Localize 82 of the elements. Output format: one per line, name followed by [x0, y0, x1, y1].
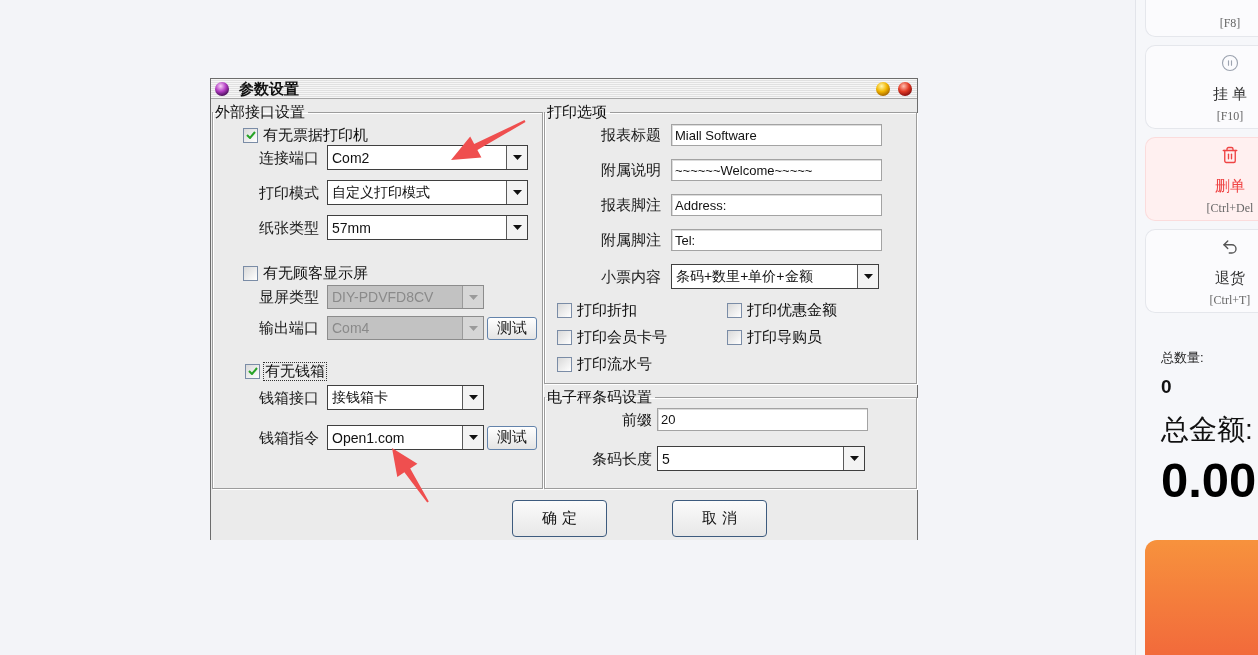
action-label: 删单 — [1215, 177, 1245, 195]
shortcut-hint: [Ctrl+T] — [1209, 293, 1251, 307]
checkbox[interactable] — [557, 330, 572, 345]
quantity-value: 0 — [1161, 376, 1173, 398]
field-label: 钱箱指令 — [259, 428, 320, 447]
field-label: 显屏类型 — [259, 288, 320, 306]
shortcut-hint: [F10] — [1216, 109, 1244, 123]
caret-icon — [468, 325, 478, 331]
checkbox-label[interactable]: 打印会员卡号 — [576, 329, 668, 346]
checkbox-label[interactable]: 打印优惠金额 — [746, 302, 838, 319]
amount-value: 0.00 — [1161, 452, 1258, 508]
checkbox[interactable] — [557, 357, 572, 372]
ok-button[interactable]: 确 定 — [512, 500, 607, 537]
caret-icon — [468, 435, 478, 440]
checkmark-icon — [245, 131, 256, 139]
field-label: 报表标题 — [600, 126, 661, 144]
annotation-arrow — [392, 448, 429, 503]
group-title: 外部接口设置 — [214, 104, 306, 121]
caret-icon — [512, 190, 522, 195]
test-button[interactable]: 测试 — [487, 425, 537, 450]
text-field[interactable]: Tel: — [671, 229, 882, 251]
pause-icon — [1221, 54, 1239, 72]
field-label: 附属脚注 — [600, 231, 661, 249]
shortcut-hint: [Ctrl+Del — [1206, 201, 1254, 215]
checkbox-label[interactable]: 打印流水号 — [576, 356, 653, 373]
field-label: 纸张类型 — [259, 218, 320, 237]
action-card[interactable]: [F8] — [1145, 0, 1258, 37]
orb-icon — [215, 81, 229, 96]
field-label: 连接端口 — [259, 148, 320, 167]
caret-icon — [468, 395, 478, 400]
text-field[interactable]: Miall Software — [671, 124, 882, 146]
orb-icon[interactable] — [898, 81, 912, 96]
action-label: 退货 — [1215, 269, 1245, 287]
action-label: 挂 单 — [1212, 85, 1248, 103]
action-card[interactable]: 挂 单 [F10] — [1145, 45, 1258, 129]
dropdown[interactable]: 5 — [657, 446, 865, 471]
cancel-button[interactable]: 取 消 — [672, 500, 767, 537]
dropdown[interactable]: 自定义打印模式 — [327, 180, 528, 205]
action-card[interactable]: 退货 [Ctrl+T] — [1145, 229, 1258, 313]
checkbox[interactable] — [245, 363, 260, 379]
caret-icon — [468, 294, 478, 300]
action-card[interactable]: 删单 [Ctrl+Del — [1145, 137, 1258, 221]
text-field[interactable]: 20 — [657, 408, 868, 431]
field-label: 附属说明 — [600, 161, 661, 179]
dropdown[interactable]: 接钱箱卡 — [327, 385, 484, 410]
amount-label: 总金额: — [1161, 414, 1254, 446]
dropdown[interactable]: Open1.com — [327, 425, 484, 450]
caret-icon — [849, 456, 859, 461]
checkbox[interactable] — [243, 127, 258, 143]
caret-icon — [512, 225, 522, 230]
dropdown[interactable]: 条码+数里+单价+金额 — [671, 264, 879, 289]
checkbox-label[interactable]: 打印导购员 — [746, 329, 823, 346]
shortcut-hint: [F8] — [1219, 16, 1241, 30]
quantity-label: 总数量: — [1161, 350, 1205, 366]
field-label: 打印模式 — [259, 183, 320, 202]
checkbox[interactable] — [727, 303, 742, 318]
checkbox-label[interactable]: 打印折扣 — [576, 302, 638, 319]
orb-icon[interactable] — [876, 81, 890, 96]
window-title: 参数设置 — [239, 79, 299, 98]
trash-icon — [1221, 146, 1239, 164]
undo-icon — [1221, 238, 1239, 256]
field-label: 条码长度 — [591, 449, 652, 468]
checkbox-label[interactable]: 有无钱箱 — [264, 362, 326, 380]
checkmark-icon — [247, 367, 258, 375]
checkbox-label[interactable]: 有无票据打印机 — [262, 126, 369, 144]
field-label: 钱箱接口 — [259, 388, 320, 407]
group-title: 电子秤条码设置 — [546, 389, 653, 406]
field-label: 报表脚注 — [600, 196, 661, 214]
checkbox-label[interactable]: 有无顾客显示屏 — [262, 264, 369, 282]
field-label: 前缀 — [621, 410, 652, 429]
text-field[interactable]: ~~~~~~Welcome~~~~~ — [671, 159, 882, 181]
group-title: 打印选项 — [546, 104, 608, 121]
caret-icon — [863, 274, 873, 279]
checkbox[interactable] — [243, 265, 258, 281]
checkbox[interactable] — [557, 303, 572, 318]
field-label: 输出端口 — [259, 319, 320, 337]
dropdown[interactable]: 57mm — [327, 215, 528, 240]
dropdown[interactable]: Com2 — [327, 145, 528, 170]
field-label: 小票内容 — [600, 267, 661, 286]
caret-icon — [512, 155, 522, 160]
checkbox[interactable] — [727, 330, 742, 345]
text-field[interactable]: Address: — [671, 194, 882, 216]
